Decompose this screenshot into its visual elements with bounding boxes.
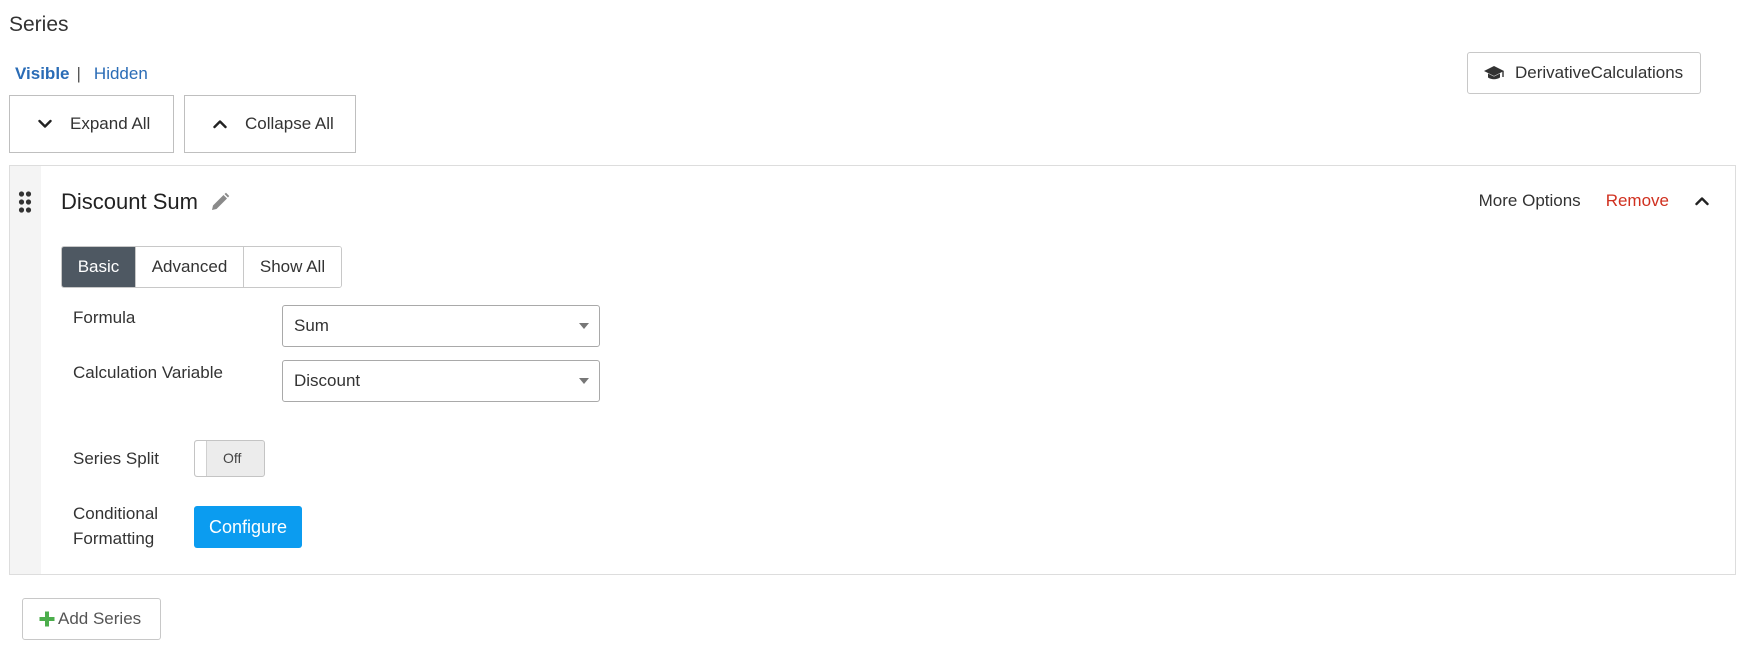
series-card-actions: More Options Remove	[1479, 191, 1735, 211]
calculation-variable-selected-value: Discount	[294, 371, 361, 390]
add-series-button[interactable]: Add Series	[22, 598, 161, 640]
drag-dots-icon	[18, 191, 32, 213]
toggle-state-text: Off	[223, 450, 242, 466]
chevron-up-icon	[213, 120, 227, 129]
visibility-filter: Visible | Hidden	[15, 64, 148, 84]
collapse-all-button[interactable]: Collapse All	[184, 95, 356, 153]
expand-all-label: Expand All	[70, 114, 151, 133]
formula-selected-value: Sum	[294, 316, 329, 335]
pencil-edit-icon[interactable]	[210, 192, 230, 212]
view-mode-tabs: Basic Advanced Show All	[61, 246, 342, 288]
tab-advanced[interactable]: Advanced	[135, 247, 243, 287]
series-name: Discount Sum	[61, 189, 230, 215]
calculation-variable-label: Calculation Variable	[73, 363, 223, 382]
drag-handle[interactable]	[10, 166, 41, 574]
series-split-toggle[interactable]: Off	[194, 440, 265, 477]
graduation-cap-icon	[1484, 66, 1504, 80]
tab-basic[interactable]: Basic	[62, 247, 135, 287]
collapse-all-label: Collapse All	[245, 114, 334, 133]
tab-show-all[interactable]: Show All	[243, 247, 341, 287]
page-title: Series	[9, 13, 69, 36]
series-split-label: Series Split	[73, 449, 159, 468]
conditional-formatting-label-line1: Conditional	[73, 504, 159, 523]
filter-separator: |	[76, 64, 81, 83]
formula-label: Formula	[73, 308, 136, 327]
series-name-text: Discount Sum	[61, 189, 198, 214]
formula-select[interactable]: Sum	[282, 305, 600, 347]
derivative-calculations-button[interactable]: DerivativeCalculations	[1467, 52, 1701, 94]
configure-button[interactable]: Configure	[194, 506, 302, 548]
calculation-variable-select[interactable]: Discount	[282, 360, 600, 402]
plus-icon	[39, 611, 55, 627]
expand-all-button[interactable]: Expand All	[9, 95, 174, 153]
conditional-formatting-label-line2: Formatting	[73, 529, 155, 548]
visible-filter-link[interactable]: Visible	[15, 64, 70, 84]
more-options-link[interactable]: More Options	[1479, 191, 1581, 211]
toggle-knob	[195, 441, 207, 476]
collapse-card-chevron-icon[interactable]	[1695, 196, 1709, 206]
derivative-calculations-label: DerivativeCalculations	[1515, 63, 1684, 82]
caret-down-icon	[579, 378, 589, 384]
chevron-down-icon	[38, 119, 52, 128]
caret-down-icon	[579, 323, 589, 329]
hidden-filter-link[interactable]: Hidden	[94, 64, 148, 84]
conditional-formatting-label: Conditional Formatting	[73, 501, 158, 551]
remove-series-link[interactable]: Remove	[1606, 191, 1669, 211]
series-card: Discount Sum More Options Remove Basic A…	[9, 165, 1736, 575]
add-series-label: Add Series	[58, 609, 142, 628]
